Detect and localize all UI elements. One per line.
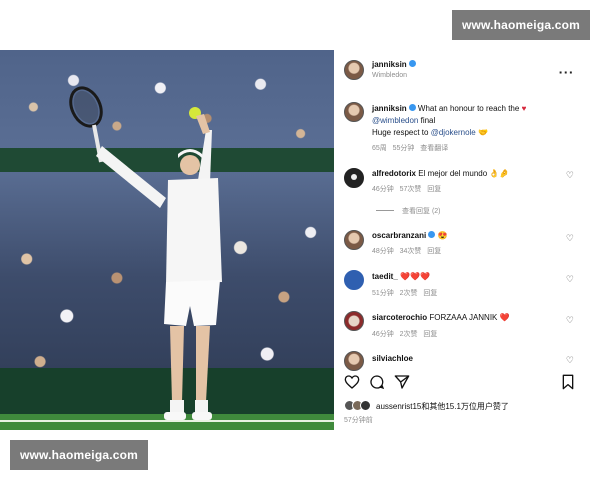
post-action-bar (344, 374, 576, 392)
comment-username[interactable]: alfredotorix (372, 169, 416, 178)
more-options-icon[interactable]: ··· (558, 66, 574, 79)
comment-avatar[interactable] (344, 230, 364, 250)
caption-text-1: What an honour to reach the (417, 104, 520, 113)
verified-badge-icon (428, 231, 436, 239)
tennis-player-figure (69, 86, 222, 420)
comment-item: siarcoterochio FORZAAA JANNIK ❤️ (372, 313, 510, 322)
comment-emoji: ❤️❤️❤️ (400, 272, 430, 281)
liker-avatars[interactable] (344, 400, 374, 412)
caption-line-1: janniksin What an honour to reach the ♥ (372, 104, 526, 113)
comment-like-heart-icon[interactable]: ♡ (566, 171, 574, 181)
comment-emoji: ❤️ (499, 313, 510, 322)
translate-link[interactable]: 查看翻译 (420, 145, 448, 152)
watermark-top: www.haomeiga.com (452, 10, 590, 40)
heart-outline-icon[interactable] (344, 374, 360, 390)
post-location[interactable]: Wimbledon (372, 72, 407, 79)
comment-like-heart-icon[interactable]: ♡ (566, 275, 574, 285)
comment-time: 51分钟 (372, 290, 394, 297)
replies-divider (376, 210, 394, 211)
caption-username[interactable]: janniksin (372, 104, 407, 113)
comment-meta: 51分钟 2次赞 回复 (372, 288, 437, 298)
watermark-bottom: www.haomeiga.com (10, 440, 148, 470)
caption-text-3: Huge respect to (372, 128, 429, 137)
liker-avatar (360, 400, 371, 411)
caption-time: 65周 (372, 145, 387, 152)
caption-text-2: final (420, 116, 436, 125)
send-arrow-icon[interactable] (394, 374, 410, 390)
verified-badge-icon (408, 104, 416, 112)
bookmark-icon[interactable] (560, 374, 576, 390)
comment-avatar[interactable] (344, 168, 364, 188)
comment-item: silviachloe (372, 354, 413, 363)
comment-emoji: 😍 (437, 231, 448, 240)
handshake-emoji-icon: 🤝 (478, 128, 488, 137)
comment-emoji: 👌🤌 (489, 169, 510, 178)
author-username-text[interactable]: janniksin (372, 60, 407, 69)
comment-text: FORZAAA JANNIK (429, 313, 498, 322)
comment-likes[interactable]: 2次赞 (400, 290, 418, 297)
caption-avatar[interactable] (344, 102, 364, 122)
liked-by-text[interactable]: aussenrist15和其他15.1万位用户赞了 (376, 401, 509, 412)
verified-badge-icon (408, 60, 416, 68)
comment-item: oscarbranzani 😍 (372, 231, 447, 240)
comment-username[interactable]: oscarbranzani (372, 231, 426, 240)
comment-avatar[interactable] (344, 270, 364, 290)
comment-bubble-icon[interactable] (369, 374, 385, 390)
caption-likes[interactable]: 55分钟 (393, 145, 415, 152)
caption-line-2: @wimbledon final (372, 116, 435, 125)
author-avatar[interactable] (344, 60, 364, 80)
view-replies-button[interactable]: 查看回复 (2) (402, 206, 441, 216)
comment-meta: 48分钟 34次赞 回复 (372, 246, 441, 256)
red-heart-emoji-icon: ♥ (521, 104, 527, 113)
comment-item: alfredotorix El mejor del mundo 👌🤌 (372, 169, 509, 178)
mention-djokernole[interactable]: @djokernole (431, 128, 476, 137)
comment-like-heart-icon[interactable]: ♡ (566, 356, 574, 366)
reply-button[interactable]: 回复 (427, 186, 441, 193)
comment-likes[interactable]: 57次赞 (400, 186, 422, 193)
comment-time: 46分钟 (372, 331, 394, 338)
comment-likes[interactable]: 2次赞 (400, 331, 418, 338)
caption-line-3: Huge respect to @djokernole 🤝 (372, 128, 488, 137)
comment-like-heart-icon[interactable]: ♡ (566, 316, 574, 326)
author-username[interactable]: janniksin (372, 60, 416, 69)
comment-text: El mejor del mundo (418, 169, 488, 178)
comment-username[interactable]: siarcoterochio (372, 313, 427, 322)
comment-time: 46分钟 (372, 186, 394, 193)
reply-button[interactable]: 回复 (427, 248, 441, 255)
caption-meta: 65周 55分钟 查看翻译 (372, 143, 448, 153)
comment-time: 48分钟 (372, 248, 394, 255)
comment-likes[interactable]: 34次赞 (400, 248, 422, 255)
comment-item: taedit_ ❤️❤️❤️ (372, 272, 430, 281)
comment-meta: 46分钟 57次赞 回复 (372, 184, 441, 194)
post-photo[interactable] (0, 50, 334, 430)
comment-like-heart-icon[interactable]: ♡ (566, 234, 574, 244)
comment-avatar[interactable] (344, 351, 364, 371)
mention-wimbledon[interactable]: @wimbledon (372, 116, 418, 125)
reply-button[interactable]: 回复 (423, 290, 437, 297)
comment-username[interactable]: silviachloe (372, 354, 413, 363)
comment-avatar[interactable] (344, 311, 364, 331)
reply-button[interactable]: 回复 (423, 331, 437, 338)
instagram-post-panel: janniksin Wimbledon ··· janniksin What a… (334, 50, 600, 430)
post-time-ago: 57分钟前 (344, 417, 373, 424)
comment-meta: 46分钟 2次赞 回复 (372, 329, 437, 339)
comment-username[interactable]: taedit_ (372, 272, 398, 281)
